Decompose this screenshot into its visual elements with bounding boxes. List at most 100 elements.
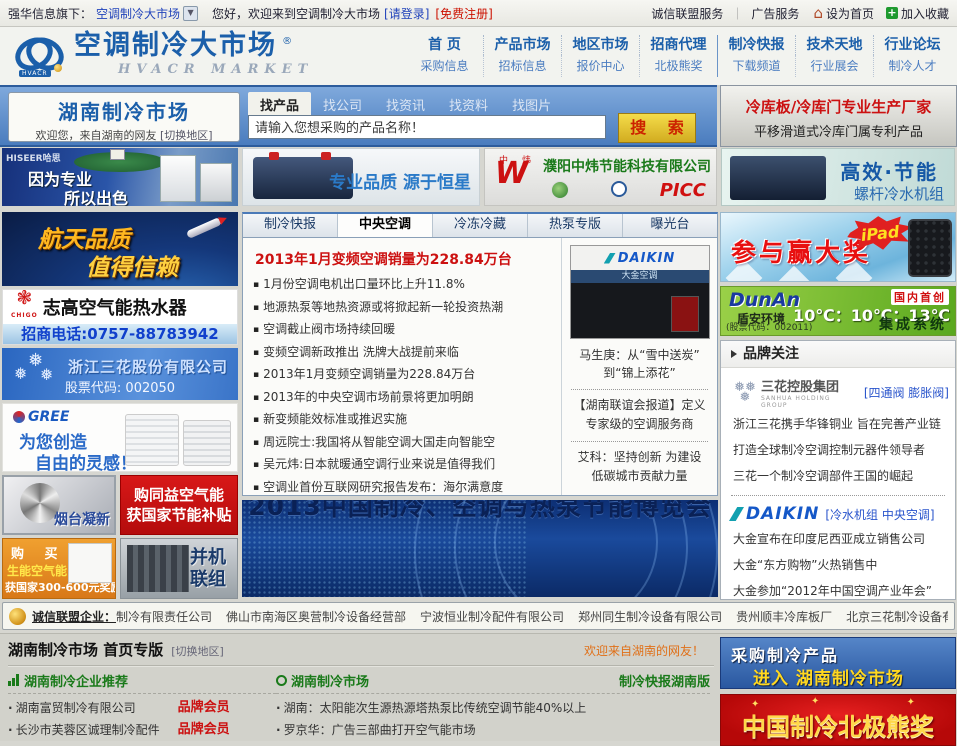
news-item[interactable]: 周远院士:我国将从智能空调大国走向智能空 <box>253 432 555 455</box>
search-input[interactable] <box>248 115 606 139</box>
chigo-logo-icon: ❃CHIGO <box>11 289 38 325</box>
tab-freezing[interactable]: 冷冻冷藏 <box>432 214 527 237</box>
nav-agency[interactable]: 招商代理 <box>639 35 717 55</box>
sanhua-stock-ad[interactable]: ❅ ❅ ❅ 浙江三花股份有限公司 股票代码: 002050 <box>2 348 238 400</box>
daikin-brand-row[interactable]: DAIKIN [冷水机组 中央空调] <box>721 502 955 526</box>
shengneng-reward-ad[interactable]: 购 买 生能空气能 获国家300-600元奖励 <box>2 538 116 599</box>
alliance-company[interactable]: 宁波恒业制冷配件有限公司 <box>420 608 564 625</box>
nav-purchase-info[interactable]: 采购信息 <box>406 55 483 77</box>
tab-refrigeration-news[interactable]: 制冷快报 <box>243 214 337 237</box>
nav-polar-bear-award[interactable]: 北极熊奖 <box>639 55 717 77</box>
brand-news-item[interactable]: 大金宣布在印度尼西亚成立销售公司 <box>721 526 955 552</box>
recommended-company-row[interactable]: · 长沙市芙蓉区诚理制冷配件 品牌会员 <box>8 719 276 741</box>
parallel-units-ad[interactable]: 并机联组 <box>120 538 238 599</box>
chigo-ad[interactable]: ❃CHIGO 志高空气能热水器 招商电话:0757-88783942 <box>2 289 238 345</box>
alliance-company[interactable]: 贵州顺丰冷库板厂 <box>736 608 832 625</box>
register-link[interactable]: [免费注册] <box>435 5 492 22</box>
enter-market-ad[interactable]: 采购制冷产品 进入 湖南制冷市场 <box>720 637 956 689</box>
daikin-store-photo[interactable]: DAIKIN 大金空调 <box>570 245 710 339</box>
news-item[interactable]: 2013年1月变频空调销量为228.84万台 <box>253 364 555 387</box>
ad-service-link[interactable]: 广告服务 <box>751 5 799 22</box>
brand-news-item[interactable]: 大金参加“2012年中国空调产业年会” <box>721 578 955 600</box>
regional-col1-title[interactable]: 湖南制冷企业推荐 <box>24 671 128 690</box>
brand-news-item[interactable]: 大金“东方购物”火热销售中 <box>721 552 955 578</box>
screw-chiller-banner[interactable]: 高效·节能 螺杆冷水机组 <box>721 148 955 206</box>
regional-news-hunan-link[interactable]: 制冷快报湖南版 <box>619 671 710 690</box>
daikin-category-links[interactable]: [冷水机组 中央空调] <box>825 506 934 523</box>
nav-region-market[interactable]: 地区市场 <box>561 35 639 55</box>
alliance-company[interactable]: 郑州同生制冷设备有限公司 <box>578 608 722 625</box>
nav-home[interactable]: 首 页 <box>406 35 483 55</box>
daikin-brand-name: DAIKIN <box>746 504 819 524</box>
site-logo[interactable]: HVACR 空调制冷大市场 ® HVACR MARKET <box>12 32 313 80</box>
tab-central-ac[interactable]: 中央空调 <box>337 214 432 237</box>
news-item[interactable]: 空调业首份互联网研究报告发布：海尔满意度 <box>253 477 555 496</box>
aerospace-ad[interactable]: 航天品质 值得信赖 <box>2 212 238 286</box>
news-item[interactable]: 地源热泵等地热资源或将掀起新一轮投资热潮 <box>253 297 555 320</box>
alliance-label[interactable]: 诚信联盟企业： <box>32 608 116 625</box>
switch-region-link[interactable]: [切换地区] <box>171 643 224 659</box>
gree-ad[interactable]: GREE 为您创造 自由的灵感！ <box>2 403 238 472</box>
region-box[interactable]: 湖南制冷市场 欢迎您，来自湖南的网友 [切换地区] <box>8 92 240 142</box>
tab-heat-pump[interactable]: 热泵专版 <box>527 214 622 237</box>
site-dropdown-icon[interactable]: ▼ <box>183 6 198 21</box>
coldroom-ad-banner[interactable]: 冷库板/冷库门专业生产厂家 平移滑道式冷库门属专利产品 <box>720 85 957 147</box>
nav-news[interactable]: 制冷快报 <box>717 35 795 55</box>
brand-news-item[interactable]: 浙江三花携手华锋铜业 旨在完善产业链 <box>721 411 955 437</box>
main-nav: 首 页 产品市场 地区市场 招商代理 制冷快报 技术天地 行业论坛 采购信息 招… <box>406 35 951 77</box>
news-item[interactable]: 空调截止阀市场持续回暖 <box>253 319 555 342</box>
logo-mark-label: HVACR <box>19 70 51 77</box>
hiseer-banner[interactable]: HISEER哈思 因为专业 所以出色 <box>2 148 238 206</box>
polar-bear-award-ad[interactable]: ✦ ✦ ✦ 中国制冷北极熊奖 <box>720 694 956 746</box>
nav-forum[interactable]: 行业论坛 <box>873 35 951 55</box>
search-button[interactable]: 搜 索 <box>618 113 696 143</box>
snowflake-cluster-icon: ❅❅❅ <box>729 383 761 403</box>
news-item[interactable]: 2013年的中央空调市场前景将更加明朗 <box>253 387 555 410</box>
ipad-prize-ad[interactable]: 参与赢大奖 iPad <box>720 212 956 282</box>
side-news-item[interactable]: 艾科：坚持创新 为建设 低碳城市贡献力量 <box>569 448 710 486</box>
switch-region-link[interactable]: [切换地区] <box>160 129 213 142</box>
sanhua-category-links[interactable]: [四通阀 膨胀阀] <box>864 384 949 401</box>
news-item[interactable]: 1月份空调电机出口量环比上升11.8% <box>253 274 555 297</box>
add-favorite-link[interactable]: 加入收藏 <box>901 5 949 22</box>
dunan-ad[interactable]: DunAn 盾安环境 (股票代码：002011) 国内首创 10℃：10℃：13… <box>720 286 956 336</box>
login-link[interactable]: [请登录] <box>384 5 429 22</box>
set-home-link[interactable]: 设为首页 <box>826 5 874 22</box>
recommended-company-row[interactable]: · 湖南富贸制冷有限公司 品牌会员 <box>8 697 276 719</box>
news-item[interactable]: 新变频能效标准或推迟实施 <box>253 409 555 432</box>
tongyi-subsidy-ad[interactable]: 购同益空气能 获国家节能补贴 <box>120 475 238 535</box>
regional-news-row[interactable]: · 湖南：太阳能次生源热源塔热泵比传统空调节能40%以上 <box>276 697 710 719</box>
expo-banner[interactable]: 2013中国制冷、空调与热泵节能博览会 <box>242 500 718 597</box>
news-item[interactable]: 吴元炜:日本就暖通空调行业来说是值得我们 <box>253 454 555 477</box>
alliance-company[interactable]: 制冷有限责任公司 <box>116 608 212 625</box>
alliance-company[interactable]: 北京三花制冷设备有限责任 <box>846 608 948 625</box>
brand-site-link[interactable]: 空调制冷大市场 <box>96 5 180 22</box>
news-headline[interactable]: 2013年1月变频空调销量为228.84万台 <box>255 249 555 269</box>
alliance-company[interactable]: 佛山市南海区奥营制冷设备经营部 <box>226 608 406 625</box>
photo-caption[interactable]: 马生庚：从“雪中送炭” 到“锦上添花” <box>569 346 710 382</box>
nav-product-market[interactable]: 产品市场 <box>483 35 561 55</box>
brand-member-badge: 品牌会员 <box>178 697 230 719</box>
regional-col2-title[interactable]: 湖南制冷市场 <box>291 671 369 690</box>
nav-jobs[interactable]: 制冷人才 <box>873 55 951 77</box>
tab-exposure[interactable]: 曝光台 <box>622 214 717 237</box>
yantai-ad[interactable]: 烟台凝新 <box>2 475 116 535</box>
nav-expo[interactable]: 行业展会 <box>795 55 873 77</box>
nav-tech[interactable]: 技术天地 <box>795 35 873 55</box>
dunan-logo: DunAn <box>729 289 800 311</box>
brand-news-item[interactable]: 三花一个制冷空调部件王国的崛起 <box>721 463 955 489</box>
sanhua-brand-row[interactable]: ❅❅❅ 三花控股集团 SANHUA HOLDING GROUP [四通阀 膨胀阀… <box>721 368 955 411</box>
nav-quote-center[interactable]: 报价中心 <box>561 55 639 77</box>
tongyi-line1: 购同益空气能 <box>121 485 237 505</box>
nav-bid-info[interactable]: 招标信息 <box>483 55 561 77</box>
hengxing-banner[interactable]: 专业品质 源于恒星 <box>242 148 480 206</box>
nav-download[interactable]: 下载频道 <box>717 55 795 77</box>
divider: ｜ <box>731 5 743 22</box>
zhongwei-banner[interactable]: 中炜 W 濮阳中炜节能科技有限公司 PICC <box>484 148 717 206</box>
news-item[interactable]: 变频空调新政推出 洗牌大战提前来临 <box>253 342 555 365</box>
regional-news-row[interactable]: · 罗京华：广告三部曲打开空气能市场 <box>276 719 710 741</box>
news-photo-column: DAIKIN 大金空调 马生庚：从“雪中送炭” 到“锦上添花” 【湖南联谊会报道… <box>561 238 717 495</box>
alliance-service-link[interactable]: 诚信联盟服务 <box>651 5 723 22</box>
side-news-item[interactable]: 【湖南联谊会报道】定义 专家级的空调服务商 <box>569 396 710 434</box>
brand-news-item[interactable]: 打造全球制冷空调控制元器件领导者 <box>721 437 955 463</box>
